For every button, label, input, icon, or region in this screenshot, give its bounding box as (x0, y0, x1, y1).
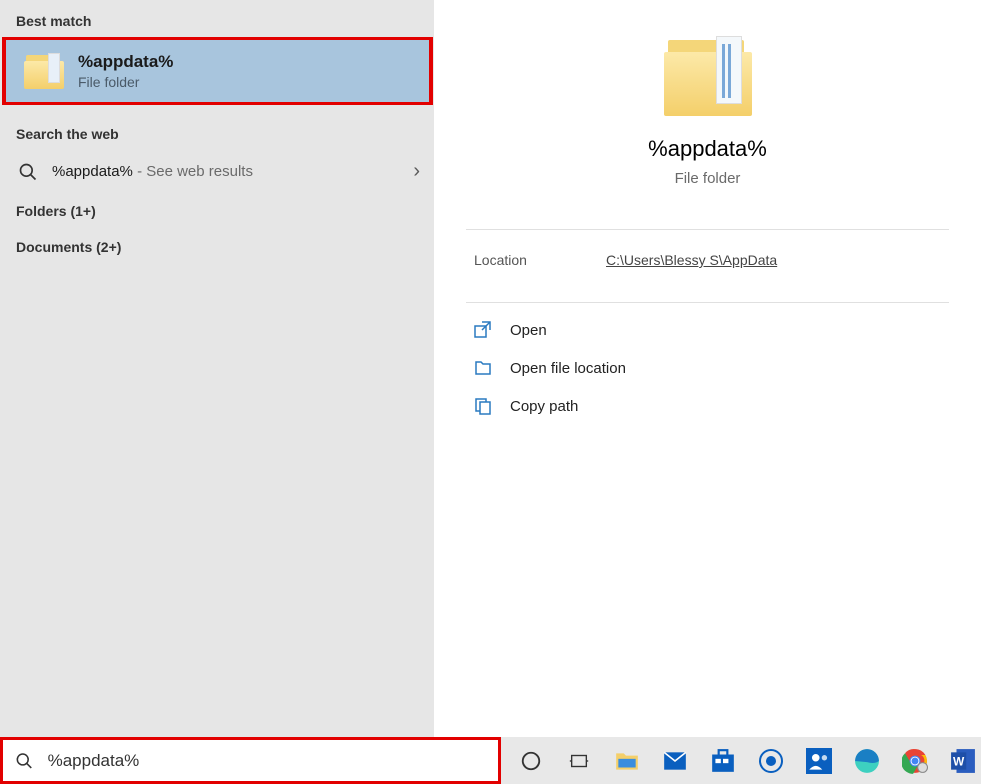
preview-panel: %appdata% File folder Location C:\Users\… (434, 0, 981, 737)
category-documents[interactable]: Documents (2+) (0, 229, 434, 265)
word-icon[interactable]: W (945, 743, 981, 779)
best-match-result[interactable]: %appdata% File folder (2, 37, 433, 105)
edge-icon[interactable] (849, 743, 885, 779)
search-results-panel: Best match %appdata% File folder Search … (0, 0, 434, 737)
svg-text:W: W (953, 754, 965, 768)
action-copy-path[interactable]: Copy path (474, 387, 941, 425)
result-title: %appdata% (78, 52, 173, 72)
task-view-icon[interactable] (561, 743, 597, 779)
result-subtitle: File folder (78, 74, 173, 90)
mail-icon[interactable] (657, 743, 693, 779)
action-open-file-location[interactable]: Open file location (474, 349, 941, 387)
chevron-right-icon: › (413, 160, 420, 183)
chrome-icon[interactable] (897, 743, 933, 779)
search-web-header: Search the web (0, 117, 434, 150)
preview-subtitle: File folder (675, 170, 741, 187)
copy-icon (474, 397, 492, 415)
store-icon[interactable] (705, 743, 741, 779)
best-match-header: Best match (0, 4, 434, 37)
file-explorer-icon[interactable] (609, 743, 645, 779)
cortana-icon[interactable] (513, 743, 549, 779)
action-open[interactable]: Open (474, 311, 941, 349)
web-result-text: %appdata% - See web results (52, 163, 399, 180)
web-result-item[interactable]: %appdata% - See web results › (0, 150, 434, 193)
taskbar: W (0, 737, 981, 784)
preview-title: %appdata% (648, 136, 767, 162)
folder-icon (662, 38, 754, 118)
folder-location-icon (474, 359, 492, 377)
location-label: Location (474, 252, 606, 268)
search-icon (15, 751, 34, 771)
search-input[interactable] (48, 751, 486, 771)
open-icon (474, 321, 492, 339)
location-row: Location C:\Users\Blessy S\AppData (434, 230, 981, 286)
category-folders[interactable]: Folders (1+) (0, 193, 434, 229)
dell-icon[interactable] (753, 743, 789, 779)
people-icon[interactable] (801, 743, 837, 779)
location-path[interactable]: C:\Users\Blessy S\AppData (606, 252, 777, 268)
search-box[interactable] (0, 737, 501, 784)
search-icon (18, 162, 38, 182)
folder-icon (24, 53, 64, 89)
